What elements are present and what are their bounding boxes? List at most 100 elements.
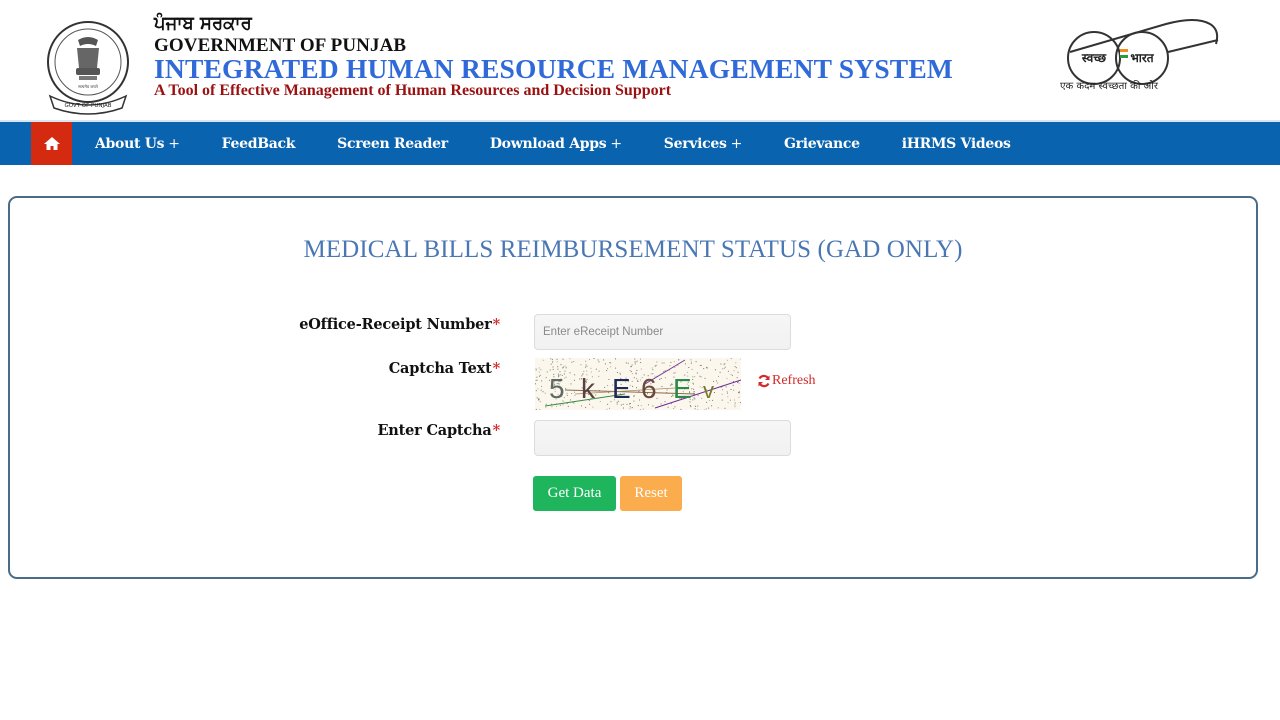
svg-text:स्वच्छ: स्वच्छ — [1081, 51, 1107, 65]
captcha-noise-dot — [692, 379, 694, 380]
captcha-noise-dot — [674, 406, 676, 408]
captcha-char: 5 — [549, 373, 565, 404]
nav-item-ihrms-videos[interactable]: iHRMS Videos — [902, 136, 1011, 152]
captcha-noise-dot — [660, 378, 662, 379]
captcha-noise-dot — [539, 375, 540, 377]
captcha-noise-dot — [690, 363, 692, 364]
captcha-noise-dot — [656, 361, 658, 363]
label-text: Enter Captcha — [377, 422, 492, 439]
captcha-noise-dot — [598, 370, 600, 372]
captcha-noise-dot — [660, 403, 662, 405]
captcha-noise-dot — [730, 373, 732, 375]
captcha-noise-dot — [724, 366, 726, 368]
captcha-noise-dot — [639, 399, 640, 401]
captcha-noise-dot — [734, 366, 736, 368]
captcha-noise-dot — [693, 397, 695, 399]
captcha-noise-dot — [586, 365, 588, 367]
captcha-noise-dot — [738, 396, 740, 398]
receipt-number-input[interactable] — [534, 314, 791, 350]
captcha-noise-dot — [666, 389, 668, 391]
captcha-noise-dot — [540, 389, 542, 391]
captcha-noise-dot — [634, 363, 636, 365]
captcha-noise-dot — [539, 401, 541, 403]
reset-button[interactable]: Reset — [620, 476, 682, 511]
nav-item-label: Download Apps — [489, 135, 607, 152]
captcha-noise-dot — [669, 365, 671, 367]
captcha-input[interactable] — [534, 420, 791, 456]
nav-item-label: FeedBack — [221, 135, 296, 152]
captcha-noise-dot — [604, 386, 606, 388]
captcha-noise-dot — [535, 408, 537, 410]
nav-item-screen-reader[interactable]: Screen Reader — [337, 136, 448, 152]
captcha-noise-dot — [615, 367, 617, 369]
captcha-noise-dot — [717, 382, 719, 384]
captcha-noise-dot — [734, 402, 736, 404]
captcha-noise-dot — [607, 368, 609, 370]
nav-item-download-apps[interactable]: Download Apps + — [490, 136, 622, 152]
header-titles: ਪੰਜਾਬ ਸਰਕਾਰ GOVERNMENT OF PUNJAB INTEGRA… — [154, 12, 953, 100]
captcha-noise-dot — [629, 370, 631, 371]
captcha-noise-dot — [550, 358, 552, 360]
captcha-noise-dot — [720, 363, 722, 365]
captcha-noise-dot — [535, 383, 536, 385]
captcha-noise-dot — [557, 366, 559, 368]
nav-item-grievance[interactable]: Grievance — [784, 136, 860, 152]
captcha-noise-dot — [538, 367, 540, 369]
captcha-noise-dot — [640, 358, 641, 360]
captcha-noise-dot — [663, 362, 665, 364]
captcha-noise-dot — [571, 361, 573, 363]
nav-item-services[interactable]: Services + — [664, 136, 743, 152]
get-data-button[interactable]: Get Data — [533, 476, 616, 511]
captcha-noise-dot — [542, 359, 544, 361]
captcha-noise-dot — [726, 378, 728, 379]
submenu-plus-icon: + — [168, 135, 180, 152]
captcha-refresh-link[interactable]: Refresh — [757, 373, 816, 389]
captcha-noise-dot — [569, 358, 571, 360]
captcha-noise-dot — [729, 399, 731, 401]
label-text: eOffice-Receipt Number — [299, 316, 492, 333]
site-header: सत्यमेव जयते GOVT OF PUNJAB ਪੰਜਾਬ ਸਰਕਾਰ … — [0, 0, 1280, 120]
captcha-noise-dot — [691, 368, 693, 370]
captcha-noise-dot — [569, 372, 571, 374]
nav-item-label: Grievance — [784, 135, 860, 152]
captcha-char: k — [581, 373, 596, 404]
captcha-noise-dot — [564, 365, 566, 367]
captcha-noise-dot — [590, 367, 592, 369]
captcha-noise-dot — [700, 364, 702, 366]
required-asterisk: * — [492, 422, 501, 439]
captcha-image: 5 k E 6 E v — [535, 358, 741, 410]
captcha-noise-dot — [570, 383, 572, 385]
captcha-noise-dot — [692, 382, 694, 384]
submenu-plus-icon: + — [610, 135, 622, 152]
captcha-noise-dot — [631, 380, 633, 382]
nav-item-feedback[interactable]: FeedBack — [222, 136, 296, 152]
captcha-noise-dot — [545, 403, 547, 405]
nav-item-about-us[interactable]: About Us + — [95, 136, 180, 152]
captcha-noise-dot — [635, 361, 637, 363]
captcha-noise-dot — [678, 359, 680, 361]
captcha-noise-dot — [595, 368, 597, 370]
captcha-noise-dot — [566, 392, 568, 394]
captcha-noise-dot — [626, 403, 628, 405]
captcha-noise-dot — [661, 386, 663, 388]
captcha-noise-dot — [552, 361, 554, 363]
captcha-noise-dot — [541, 380, 543, 382]
captcha-noise-dot — [699, 386, 701, 388]
captcha-noise-dot — [562, 358, 564, 360]
captcha-noise-dot — [593, 358, 595, 359]
captcha-noise-dot — [696, 372, 698, 374]
captcha-noise-dot — [610, 366, 612, 368]
captcha-char: E — [612, 373, 631, 404]
captcha-noise-dot — [697, 409, 699, 410]
captcha-noise-dot — [721, 399, 723, 401]
captcha-noise-dot — [735, 367, 737, 369]
captcha-noise-dot — [685, 363, 686, 365]
nav-home-button[interactable] — [31, 122, 72, 165]
swachh-caption: एक कदम स्वच्छता की ओर — [1060, 81, 1158, 92]
captcha-noise-dot — [717, 407, 719, 409]
captcha-noise-dot — [671, 403, 672, 405]
captcha-noise-dot — [694, 408, 696, 410]
captcha-noise-dot — [562, 404, 564, 406]
captcha-noise-dot — [673, 361, 675, 363]
captcha-noise-dot — [631, 407, 633, 409]
